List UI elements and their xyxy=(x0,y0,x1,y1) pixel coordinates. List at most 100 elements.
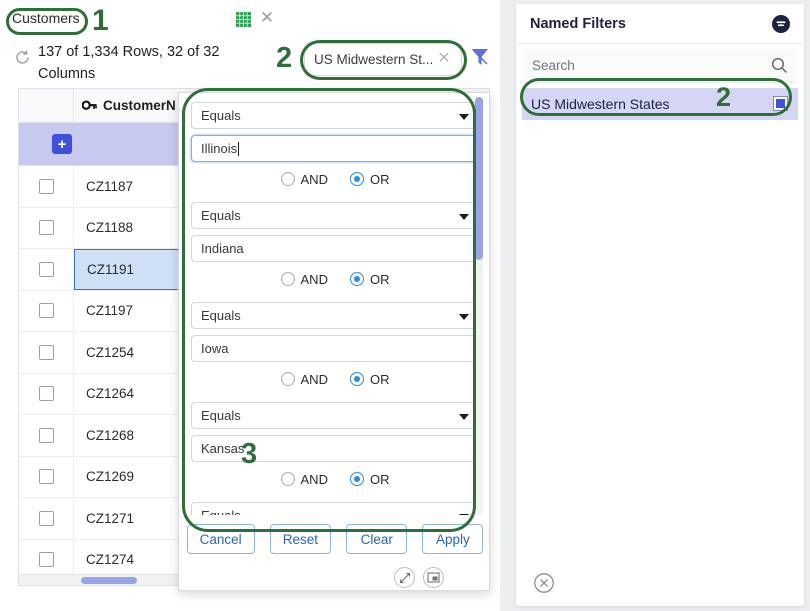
filter-value-text: Kansas xyxy=(201,441,245,456)
filter-footer-icons xyxy=(386,567,444,588)
filter-value-input[interactable]: Kansas xyxy=(191,435,479,462)
filter-logic-operator: AND OR xyxy=(191,365,479,393)
logic-label: AND xyxy=(300,171,328,187)
row-checkbox-cell[interactable] xyxy=(19,498,74,539)
search-placeholder: Search xyxy=(532,58,575,73)
logic-radio-or[interactable]: OR xyxy=(349,172,389,187)
logic-radio-and[interactable]: AND xyxy=(280,171,328,187)
row-checkbox-cell[interactable] xyxy=(19,166,74,207)
filter-vscroll-thumb[interactable] xyxy=(475,97,483,260)
refresh-icon[interactable] xyxy=(14,49,31,66)
filter-value-input[interactable]: Iowa xyxy=(191,335,479,362)
row-checkbox[interactable] xyxy=(38,220,54,236)
clear-filter-icon[interactable]: ✕ xyxy=(435,50,453,68)
filter-value-text: Indiana xyxy=(201,241,244,256)
row-checkbox[interactable] xyxy=(38,261,54,277)
radio-or-icon[interactable] xyxy=(349,472,364,486)
logic-radio-or[interactable]: OR xyxy=(349,371,390,387)
panel-title: Named Filters xyxy=(530,15,626,32)
row-checkbox[interactable] xyxy=(38,178,54,194)
row-checkbox-cell[interactable] xyxy=(19,332,74,373)
row-checkbox[interactable] xyxy=(38,386,54,402)
grid-hscroll-thumb[interactable] xyxy=(81,577,137,584)
cancel-button[interactable]: Cancel xyxy=(186,524,255,554)
expand-icon[interactable] xyxy=(394,567,415,588)
filter-operator-select[interactable]: Equals xyxy=(191,202,479,229)
reset-button[interactable]: Reset xyxy=(269,524,332,554)
filter-value-input[interactable]: Illinois xyxy=(191,135,479,162)
close-icon[interactable]: ✕ xyxy=(258,9,276,27)
text-cursor xyxy=(238,141,240,156)
row-checkbox[interactable] xyxy=(38,552,54,568)
search-input[interactable]: Search xyxy=(524,49,796,83)
row-checkbox-cell[interactable] xyxy=(19,249,74,290)
row-checkbox-cell[interactable] xyxy=(19,456,74,497)
named-filters-panel: Named Filters Search US Midwestern State… xyxy=(516,4,804,606)
filter-operator-select[interactable]: Equals xyxy=(191,402,479,429)
grid-icon xyxy=(236,12,251,27)
add-row-button[interactable]: + xyxy=(52,134,72,154)
filter-condition: Equals Illinois AND OR xyxy=(179,102,489,193)
logic-radio-and[interactable]: AND xyxy=(280,271,328,287)
search-icon[interactable] xyxy=(771,57,788,74)
logic-label: OR xyxy=(369,271,390,287)
column-header-label: CustomerN xyxy=(103,98,176,113)
filter-operator-label: Equals xyxy=(201,208,241,223)
tab-label: Customers xyxy=(12,10,80,26)
chevron-down-icon[interactable] xyxy=(459,414,469,420)
chevron-down-icon[interactable] xyxy=(459,314,469,320)
row-checkbox-cell[interactable] xyxy=(19,207,74,248)
row-checkbox-cell[interactable] xyxy=(19,290,74,331)
filter-operator-select[interactable]: Equals xyxy=(191,102,479,129)
radio-and-icon[interactable] xyxy=(280,172,295,186)
apply-button[interactable]: Apply xyxy=(422,524,484,554)
logic-radio-or[interactable]: OR xyxy=(349,471,390,487)
filter-operator-label: Equals xyxy=(201,308,241,323)
logic-radio-and[interactable]: AND xyxy=(280,372,328,387)
radio-or-icon[interactable] xyxy=(349,272,364,286)
row-checkbox-cell[interactable] xyxy=(19,373,74,414)
clear-button[interactable]: Clear xyxy=(346,524,408,554)
filter-menu-icon[interactable] xyxy=(771,14,791,34)
logic-label: AND xyxy=(300,271,328,287)
chevron-down-icon[interactable] xyxy=(459,114,469,120)
logic-label: OR xyxy=(369,471,390,487)
filter-logic-operator: AND OR xyxy=(191,165,479,193)
filter-condition: Equals Kansas AND OR xyxy=(179,402,489,493)
funnel-icon[interactable] xyxy=(470,46,490,68)
tab-strip: Customers ✕ xyxy=(0,0,500,37)
filter-conditions-list: Equals Illinois AND OR Equals Indiana AND OR Equ… xyxy=(179,102,489,536)
filter-operator-select[interactable]: Equals xyxy=(191,302,479,329)
radio-or-icon[interactable] xyxy=(349,172,364,186)
logic-radio-or[interactable]: OR xyxy=(349,271,390,287)
filter-value-input[interactable]: Indiana xyxy=(191,235,479,262)
filter-vertical-scrollbar[interactable] xyxy=(475,97,483,532)
radio-and-icon[interactable] xyxy=(280,472,295,486)
named-filter-item[interactable]: US Midwestern States xyxy=(522,88,798,120)
filter-condition: Equals Indiana AND OR xyxy=(179,202,489,293)
close-circle-icon[interactable] xyxy=(533,572,555,594)
radio-and-icon[interactable] xyxy=(280,272,295,286)
logic-label: OR xyxy=(369,371,390,387)
row-checkbox[interactable] xyxy=(38,303,54,319)
radio-and-icon[interactable] xyxy=(280,372,295,386)
logic-label: AND xyxy=(300,471,328,487)
row-column-summary: 137 of 1,334 Rows, 32 of 32 Columns xyxy=(38,44,220,82)
active-filter-chip[interactable]: US Midwestern St... ✕ xyxy=(304,43,462,76)
row-checkbox[interactable] xyxy=(38,510,54,526)
select-all-cell[interactable] xyxy=(19,89,74,123)
filter-action-buttons: Cancel Reset Clear Apply xyxy=(179,515,489,563)
filter-operator-label: Equals xyxy=(201,408,241,423)
logic-radio-and[interactable]: AND xyxy=(280,471,328,487)
row-checkbox[interactable] xyxy=(38,427,54,443)
named-filter-checkbox[interactable] xyxy=(773,96,788,111)
filter-conditions-scroll-area: Equals Illinois AND OR Equals Indiana AND OR Equ… xyxy=(179,93,489,536)
row-checkbox-cell[interactable] xyxy=(19,415,74,456)
restore-window-icon[interactable] xyxy=(423,567,444,588)
row-checkbox[interactable] xyxy=(38,469,54,485)
key-icon xyxy=(81,99,97,112)
chevron-down-icon[interactable] xyxy=(459,214,469,220)
row-checkbox[interactable] xyxy=(38,344,54,360)
tab-customers[interactable]: Customers ✕ xyxy=(0,0,285,37)
radio-or-icon[interactable] xyxy=(349,372,364,386)
